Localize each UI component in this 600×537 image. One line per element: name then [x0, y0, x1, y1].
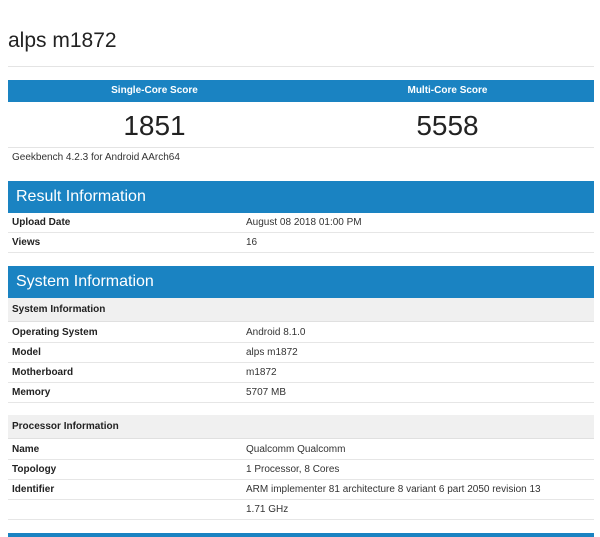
score-header: Single-Core Score Multi-Core Score	[8, 80, 594, 102]
row-value: 1.71 GHz	[246, 504, 289, 515]
row-value: m1872	[246, 367, 277, 378]
result-row-upload-date: Upload Date August 08 2018 01:00 PM	[8, 213, 594, 233]
row-value: Android 8.1.0	[246, 327, 306, 338]
processor-row-frequency: 1.71 GHz	[8, 500, 594, 520]
score-values: 1851 5558	[8, 106, 594, 146]
system-row-os: Operating System Android 8.1.0	[8, 323, 594, 343]
device-title: alps m1872	[8, 29, 117, 52]
result-row-views: Views 16	[8, 233, 594, 253]
title-divider	[8, 66, 594, 67]
row-key: Views	[12, 237, 41, 248]
system-row-motherboard: Motherboard m1872	[8, 363, 594, 383]
processor-row-topology: Topology 1 Processor, 8 Cores	[8, 460, 594, 480]
row-key: Upload Date	[12, 217, 71, 228]
processor-row-name: Name Qualcomm Qualcomm	[8, 440, 594, 460]
system-row-model: Model alps m1872	[8, 343, 594, 363]
row-value: ARM implementer 81 architecture 8 varian…	[246, 484, 541, 495]
row-value: 5707 MB	[246, 387, 287, 398]
row-key: Name	[12, 444, 40, 455]
score-divider	[8, 147, 594, 148]
row-key: Memory	[12, 387, 51, 398]
multi-core-label: Multi-Core Score	[407, 85, 488, 96]
result-information-header: Result Information	[8, 181, 594, 213]
row-key: Operating System	[12, 327, 98, 338]
row-key: Motherboard	[12, 367, 74, 378]
multi-core-score: 5558	[416, 110, 479, 141]
row-value: 1 Processor, 8 Cores	[246, 464, 340, 475]
single-core-score: 1851	[123, 110, 186, 141]
row-key: Model	[12, 347, 41, 358]
system-subheader: System Information	[8, 298, 594, 322]
next-section-header-edge	[8, 533, 594, 537]
processor-row-identifier: Identifier ARM implementer 81 architectu…	[8, 480, 594, 500]
benchmark-result-page: alps m1872 Single-Core Score Multi-Core …	[0, 0, 600, 537]
geekbench-version: Geekbench 4.2.3 for Android AArch64	[12, 152, 180, 163]
row-value: Qualcomm Qualcomm	[246, 444, 346, 455]
system-row-memory: Memory 5707 MB	[8, 383, 594, 403]
row-key: Topology	[12, 464, 57, 475]
single-core-label: Single-Core Score	[111, 85, 198, 96]
processor-subheader: Processor Information	[8, 415, 594, 439]
row-value: 16	[246, 237, 258, 248]
row-key: Identifier	[12, 484, 55, 495]
system-information-header: System Information	[8, 266, 594, 298]
row-value: August 08 2018 01:00 PM	[246, 217, 362, 228]
row-value: alps m1872	[246, 347, 298, 358]
